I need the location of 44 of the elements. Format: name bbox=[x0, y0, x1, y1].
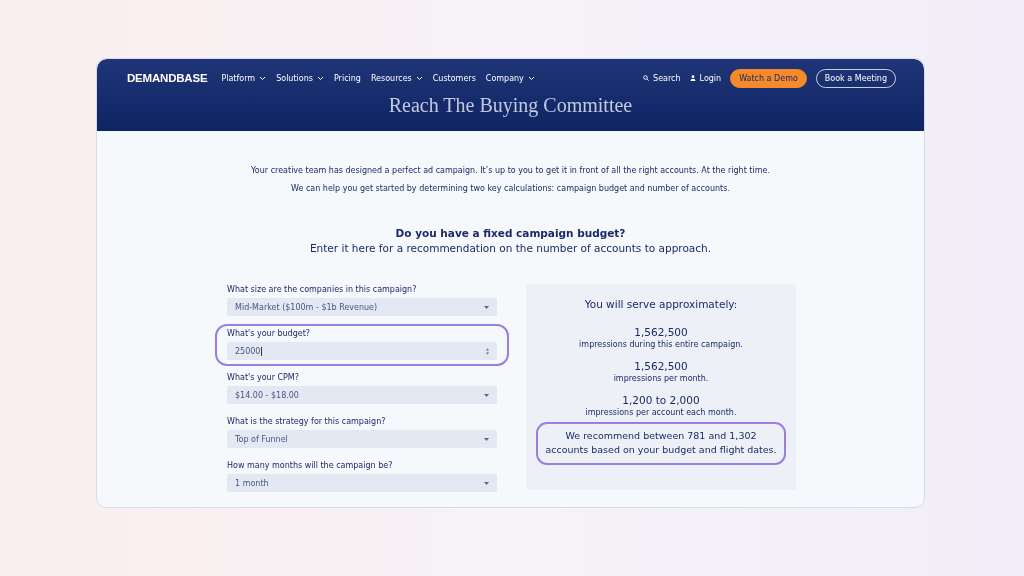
stat-value: 1,200 to 2,000 bbox=[621, 394, 701, 406]
field-label: What's your CPM? bbox=[227, 373, 301, 382]
nav-link[interactable]: Platform bbox=[221, 73, 267, 83]
field-label: What is the strategy for this campaign? bbox=[227, 417, 387, 426]
nav-link[interactable]: Resources bbox=[370, 73, 423, 83]
caret-icon bbox=[484, 393, 489, 397]
stat-caption: impressions per account each month. bbox=[584, 408, 738, 417]
login-link[interactable]: Login bbox=[689, 73, 722, 83]
logo[interactable]: DEMANDBASE bbox=[127, 72, 208, 84]
stat-caption: impressions during this entire campaign. bbox=[578, 340, 744, 349]
section-heading: Do you have a fixed campaign budget? bbox=[394, 227, 627, 239]
caret-icon bbox=[484, 481, 489, 485]
field-label: How many months will the campaign be? bbox=[227, 461, 394, 470]
caret-icon bbox=[259, 75, 267, 81]
select-field[interactable]: Top of Funnel bbox=[227, 430, 497, 448]
caret-icon bbox=[484, 437, 489, 441]
select-field[interactable]: $14.00 - $18.00 bbox=[227, 386, 497, 404]
select-field[interactable]: 1 month bbox=[227, 474, 497, 492]
search-link[interactable]: Search bbox=[643, 73, 681, 83]
section-subheading: Enter it here for a recommendation on the number of accounts to approach. bbox=[308, 242, 713, 254]
caret-icon bbox=[527, 75, 535, 81]
spinner-icon[interactable] bbox=[486, 347, 489, 355]
demo-button[interactable]: Watch a Demo bbox=[730, 68, 807, 88]
caret-icon bbox=[316, 75, 324, 81]
nav-link[interactable]: Solutions bbox=[276, 73, 324, 83]
recommendation-text: We recommend between 781 and 1,302 accounts based on your budget and flight dates. bbox=[536, 422, 786, 465]
select-field[interactable]: Mid-Market ($100m - $1b Revenue) bbox=[227, 298, 497, 316]
results-title: You will serve approximately: bbox=[583, 298, 739, 310]
stat-caption: impressions per month. bbox=[612, 374, 710, 383]
nav-link[interactable]: Customers bbox=[432, 73, 476, 83]
nav-link[interactable]: Pricing bbox=[333, 73, 361, 83]
field-label: What size are the companies in this campaign? bbox=[227, 285, 418, 294]
intro-text: Your creative team has designed a perfect ad campaign. It’s up to you to get it in front of all the right accounts. At the right time. bbox=[250, 166, 771, 175]
page-title: Reach The Buying Committee bbox=[388, 94, 633, 116]
intro-text: We can help you get started by determining two key calculations: campaign budget and number of accounts. bbox=[290, 184, 731, 193]
stat-value: 1,562,500 bbox=[633, 326, 689, 338]
search-icon bbox=[643, 75, 650, 81]
nav-link[interactable]: Company bbox=[485, 73, 535, 83]
caret-icon bbox=[415, 75, 423, 81]
user-icon bbox=[689, 75, 696, 81]
caret-icon bbox=[484, 305, 489, 309]
stat-value: 1,562,500 bbox=[633, 360, 689, 372]
field-label: What's your budget? bbox=[227, 329, 312, 338]
budget-field[interactable]: 25000 bbox=[227, 342, 497, 360]
